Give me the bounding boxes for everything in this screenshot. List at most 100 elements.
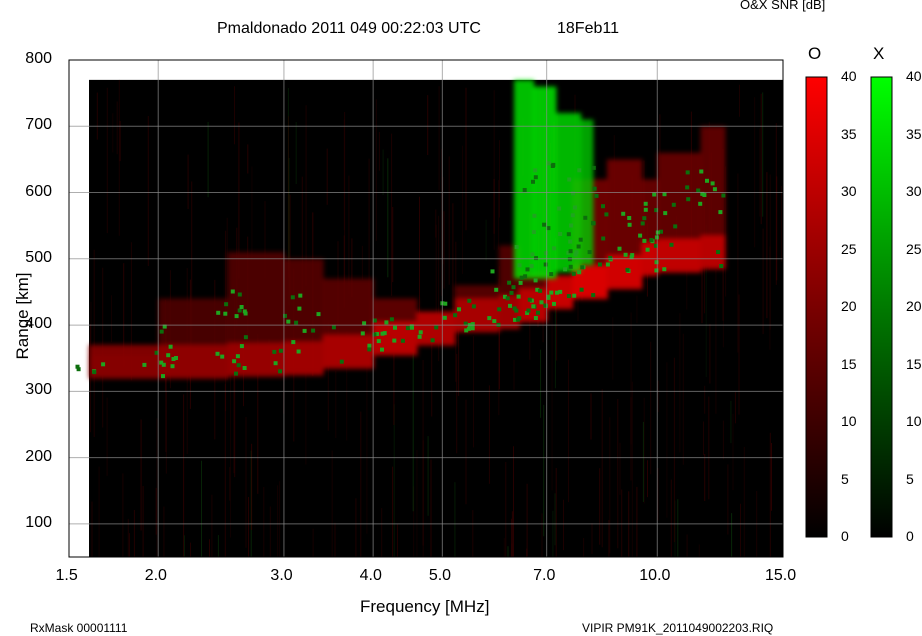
ionogram-plot [68, 59, 893, 558]
x-echo-pixel [642, 216, 647, 221]
x-echo-pixel [568, 239, 573, 244]
x-echo-pixel [576, 244, 581, 249]
x-echo-pixel [392, 338, 397, 343]
x-echo-pixel [237, 308, 242, 313]
x-echo-pixel [487, 316, 492, 321]
x-echo-pixel [529, 264, 534, 269]
x-echo-pixel [331, 325, 336, 330]
x-echo-pixel [654, 260, 659, 265]
x-echo-pixel [389, 317, 394, 322]
x-echo-pixel [601, 236, 606, 241]
x-echo-pixel [159, 329, 164, 334]
x-echo-pixel [557, 206, 562, 211]
x-echo-pixel [640, 221, 645, 226]
x-echo-pixel [400, 338, 405, 343]
x-echo-pixel [642, 238, 647, 243]
x-echo-pixel [339, 359, 344, 364]
x-echo-pixel [698, 201, 703, 206]
x-echo-pixel [507, 280, 512, 285]
x-echo-pixel [627, 222, 632, 227]
x-echo-pixel [655, 230, 660, 235]
x-echo-pixel [224, 302, 229, 307]
x-echo-pixel [235, 354, 240, 359]
x-echo-pixel [234, 371, 238, 376]
x-echo-pixel [712, 187, 717, 192]
x-echo-pixel [577, 168, 582, 173]
x-echo-pixel [579, 287, 584, 292]
x-echo-pixel [453, 313, 458, 318]
x-echo-pixel [542, 222, 547, 227]
x-echo-pixel [536, 310, 540, 315]
x-echo-pixel [384, 320, 389, 325]
x-echo-pixel [142, 362, 147, 367]
o-trace-band [322, 334, 375, 369]
x-echo-pixel [470, 323, 475, 328]
x-echo-pixel [296, 349, 301, 354]
x-echo-pixel [457, 307, 461, 312]
x-echo-pixel [718, 210, 723, 215]
x-echo-pixel [417, 334, 422, 339]
x-echo-pixel [174, 356, 178, 360]
x-echo-pixel [669, 242, 674, 247]
x-echo-pixel [242, 366, 247, 370]
x-echo-pixel [591, 221, 595, 226]
x-echo-pixel [583, 215, 588, 220]
x-echo-pixel [578, 237, 583, 242]
x-echo-pixel [220, 354, 225, 359]
x-echo-pixel [573, 252, 578, 257]
x-echo-pixel [316, 312, 321, 317]
x-echo-pixel [161, 362, 166, 367]
x-echo-pixel [567, 177, 572, 182]
x-echo-pixel [531, 304, 536, 309]
x-echo-pixel [671, 202, 676, 207]
x-echo-pixel [705, 178, 709, 183]
x-echo-pixel [382, 331, 387, 336]
x-echo-pixel [654, 268, 659, 273]
x-echo-pixel [591, 293, 596, 298]
x-echo-pixel [376, 339, 381, 344]
x-echo-pixel [625, 267, 630, 272]
x-echo-pixel [232, 359, 237, 364]
x-echo-pixel [494, 287, 499, 292]
o-trace-band [89, 344, 160, 379]
x-echo-pixel [685, 185, 690, 190]
x-echo-pixel [166, 353, 171, 358]
x-echo-pixel [533, 316, 538, 320]
x-echo-pixel [525, 267, 530, 272]
x-echo-pixel [518, 280, 523, 285]
x-echo-pixel [544, 251, 549, 256]
x-echo-pixel [239, 344, 244, 349]
x-echo-pixel [514, 245, 519, 249]
x-echo-pixel [230, 289, 235, 294]
x-echo-pixel [721, 193, 726, 198]
x-echo-pixel [643, 207, 648, 212]
x-echo-pixel [92, 370, 97, 375]
x-echo-pixel [552, 301, 556, 306]
x-echo-pixel [517, 263, 522, 268]
x-echo-pixel [580, 265, 585, 270]
x-echo-pixel [627, 216, 632, 220]
x-echo-pixel [649, 238, 654, 242]
x-echo-pixel [533, 168, 538, 173]
x-echo-pixel [531, 179, 535, 184]
x-echo-pixel [490, 269, 495, 274]
x-echo-pixel [605, 262, 610, 267]
x-echo-pixel [418, 330, 423, 335]
colorbar-o [805, 76, 828, 538]
x-echo-pixel [514, 308, 519, 313]
x-echo-pixel [686, 197, 691, 202]
x-echo-pixel [311, 328, 316, 333]
x-echo-pixel [563, 267, 568, 272]
x-echo-pixel [101, 362, 106, 367]
x-echo-pixel [696, 188, 701, 193]
x-echo-pixel [533, 175, 538, 180]
x-echo-pixel [367, 347, 372, 352]
o-trace-band [454, 298, 500, 333]
x-echo-pixel [534, 256, 538, 261]
x-echo-pixel [571, 271, 576, 276]
x-echo-pixel [509, 290, 514, 295]
x-echo-pixel [273, 361, 278, 366]
x-echo-pixel [539, 300, 544, 305]
x-echo-pixel [569, 223, 574, 228]
x-echo-pixel [464, 328, 469, 333]
